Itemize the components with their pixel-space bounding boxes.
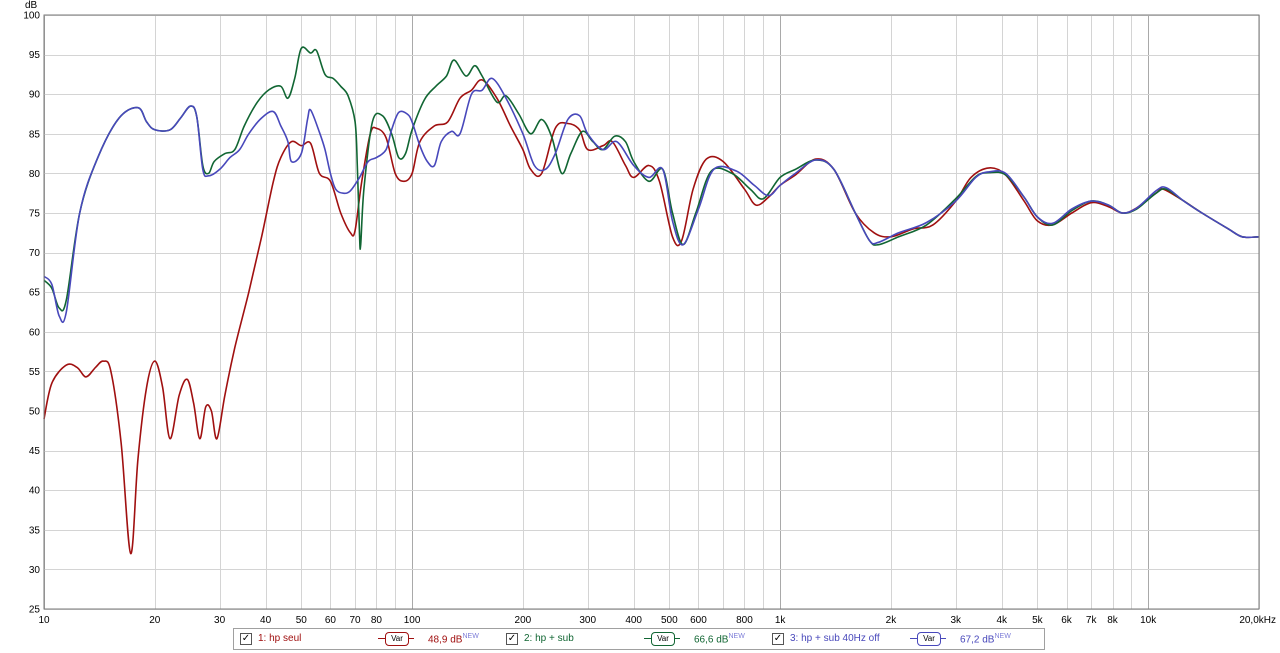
y-axis-label: dB <box>25 0 38 11</box>
y-tick-label-7: 60 <box>29 327 41 338</box>
x-tick-label-21: 7k <box>1086 615 1098 626</box>
y-tick-label-12: 85 <box>29 129 41 140</box>
legend-level-2: 66,6 dBNEW <box>694 633 745 646</box>
y-tick-label-6: 55 <box>29 367 41 378</box>
x-tick-label-7: 80 <box>371 615 383 626</box>
series-line-1 <box>43 79 1260 555</box>
y-tick-label-3: 40 <box>29 486 41 497</box>
legend-name-3: 3: hp + sub 40Hz off <box>790 633 880 644</box>
legend-level-value-3: 67,2 dB <box>960 634 995 646</box>
grid-lines <box>44 15 1260 610</box>
series-line-2 <box>43 46 1260 312</box>
legend-checkbox-2[interactable]: ✓ <box>506 633 518 645</box>
y-tick-label-10: 75 <box>29 209 41 220</box>
y-tick-label-11: 80 <box>29 169 41 180</box>
x-tick-label-22: 8k <box>1107 615 1119 626</box>
x-axis-ticks: 10 20 30 40 50 60 70 80 100 200 300 400 500 600 800 1k 2… <box>38 615 1276 626</box>
plot-frame <box>43 14 1260 610</box>
x-tick-label-3: 40 <box>260 615 272 626</box>
y-tick-label-14: 95 <box>29 50 41 61</box>
legend-new-tag-3: NEW <box>994 633 1011 640</box>
y-tick-label-1: 30 <box>29 565 41 576</box>
legend: ✓ 1: hp seul Var 48,9 dBNEW ✓ 2: hp + su… <box>233 628 1045 650</box>
y-tick-label-4: 45 <box>29 446 41 457</box>
series-line-3 <box>43 77 1260 323</box>
x-tick-label-17: 3k <box>950 615 962 626</box>
y-tick-label-0: 25 <box>29 605 41 616</box>
x-tick-label-1: 20 <box>149 615 161 626</box>
legend-level-value-2: 66,6 dB <box>694 634 729 646</box>
x-tick-label-11: 400 <box>625 615 642 626</box>
legend-level-value-1: 48,9 dB <box>428 634 463 646</box>
legend-level-3: 67,2 dBNEW <box>960 633 1011 646</box>
y-tick-label-8: 65 <box>29 288 41 299</box>
x-tick-label-14: 800 <box>736 615 753 626</box>
series-lines <box>43 46 1260 555</box>
y-axis-ticks: 25 30 35 40 45 50 55 60 65 70 75 80 85 90 95 100 <box>23 11 40 616</box>
legend-level-1: 48,9 dBNEW <box>428 633 479 646</box>
x-tick-label-13: 600 <box>690 615 707 626</box>
x-tick-label-9: 200 <box>515 615 532 626</box>
x-tick-label-6: 70 <box>349 615 361 626</box>
y-tick-label-15: 100 <box>23 11 40 22</box>
x-tick-label-0: 10 <box>38 615 50 626</box>
x-tick-label-4: 50 <box>296 615 308 626</box>
legend-name-2: 2: hp + sub <box>524 633 574 644</box>
legend-new-tag-2: NEW <box>728 633 745 640</box>
legend-item-1: ✓ 1: hp seul Var 48,9 dBNEW <box>240 629 500 649</box>
legend-checkbox-3[interactable]: ✓ <box>772 633 784 645</box>
frequency-response-chart: 25 30 35 40 45 50 55 60 65 70 75 80 85 90 95 100 10 20 30… <box>23 0 1276 626</box>
legend-var-button-3[interactable]: Var <box>917 632 941 646</box>
y-tick-label-2: 35 <box>29 525 41 536</box>
legend-item-3: ✓ 3: hp + sub 40Hz off Var 67,2 dBNEW <box>772 629 1040 649</box>
legend-checkbox-1[interactable]: ✓ <box>240 633 252 645</box>
y-tick-label-5: 50 <box>29 407 41 418</box>
y-tick-label-9: 70 <box>29 248 41 259</box>
x-tick-label-16: 2k <box>886 615 898 626</box>
x-tick-label-20: 6k <box>1061 615 1073 626</box>
legend-var-button-2[interactable]: Var <box>651 632 675 646</box>
legend-new-tag-1: NEW <box>462 633 479 640</box>
x-tick-label-24: 20,0kHz <box>1239 615 1276 626</box>
x-tick-label-23: 10k <box>1140 615 1157 626</box>
x-tick-label-19: 5k <box>1032 615 1044 626</box>
x-tick-label-10: 300 <box>579 615 596 626</box>
y-tick-label-13: 90 <box>29 90 41 101</box>
legend-item-2: ✓ 2: hp + sub Var 66,6 dBNEW <box>506 629 766 649</box>
x-tick-label-8: 100 <box>404 615 421 626</box>
legend-var-button-1[interactable]: Var <box>385 632 409 646</box>
x-tick-label-5: 60 <box>325 615 337 626</box>
x-tick-label-18: 4k <box>996 615 1008 626</box>
legend-name-1: 1: hp seul <box>258 633 302 644</box>
x-tick-label-12: 500 <box>661 615 678 626</box>
x-tick-label-15: 1k <box>775 615 787 626</box>
x-tick-label-2: 30 <box>214 615 226 626</box>
